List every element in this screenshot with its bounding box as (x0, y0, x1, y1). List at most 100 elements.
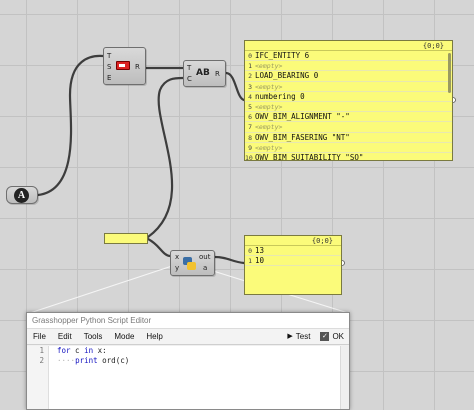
row-index: 10 (245, 153, 253, 161)
python-component[interactable]: x y out a (170, 250, 215, 276)
row-value: IFC_ENTITY 6 (255, 51, 310, 60)
row-value: OWV_BIM_FASERING "NT" (255, 132, 350, 142)
row-index: 0 (248, 52, 252, 60)
code-text: ord(c) (97, 356, 130, 365)
row-value: OWV_BIM_SUITABILITY "SO" (255, 152, 364, 161)
code-keyword: print (75, 356, 98, 365)
panel-main[interactable]: {0;0} 0 IFC_ENTITY 6 1 <empty> 2 LOAD_BEARING… (244, 40, 453, 161)
panel-row: 1 10 (245, 256, 341, 267)
code-line-2: ····print ord(c) (57, 356, 129, 366)
wire-textparam-to-python (146, 237, 172, 258)
toggle-icon (116, 61, 130, 70)
row-value: OWV_BIM_ALIGNMENT "-" (255, 112, 350, 122)
panel-row: 8 OWV_BIM_FASERING "NT" (245, 133, 452, 143)
python-icon (183, 257, 196, 270)
row-empty-value: <empty> (255, 123, 283, 132)
row-index: 8 (248, 133, 252, 142)
panel-row: 7 <empty> (245, 122, 452, 133)
row-index: 2 (248, 72, 252, 81)
test-button[interactable]: ▶ Test (282, 329, 315, 345)
row-value: 13 (255, 246, 265, 255)
python-input-x[interactable]: x (175, 253, 179, 261)
panel-main-header: {0;0} (245, 41, 452, 51)
row-index: 1 (248, 62, 252, 71)
check-icon: ✓ (320, 332, 330, 341)
toggle-input-s[interactable]: S (107, 63, 111, 71)
row-index: 3 (248, 82, 252, 91)
code-lines: for c in x: ····print ord(c) (57, 346, 129, 366)
panel-main-rows: 0 IFC_ENTITY 6 1 <empty> 2 LOAD_BEARING 0 3 <em… (245, 51, 452, 161)
wire-textparam-to-text (146, 76, 185, 239)
wire-python-to-panel (213, 255, 246, 265)
row-empty-value: <empty> (255, 102, 283, 111)
menu-tools[interactable]: Tools (78, 329, 109, 345)
row-empty-value: <empty> (255, 62, 283, 71)
editor-title: Grasshopper Python Script Editor (27, 313, 349, 329)
code-text: x: (93, 346, 107, 355)
panel-row: 4 numbering 0 (245, 92, 452, 102)
row-index: 0 (248, 247, 252, 255)
panel-row: 3 <empty> (245, 82, 452, 92)
menu-help[interactable]: Help (140, 329, 168, 345)
ok-button[interactable]: ✓ OK (315, 329, 349, 345)
panel-out-rows: 0 13 1 10 (245, 246, 341, 267)
test-label: Test (295, 331, 311, 341)
panel-row: 2 LOAD_BEARING 0 (245, 71, 452, 82)
code-text: c (70, 346, 85, 355)
param-a-icon: A (14, 188, 29, 203)
line-number-gutter: 1 2 (27, 346, 49, 409)
row-index: 7 (248, 123, 252, 132)
python-output-a[interactable]: a (203, 264, 207, 272)
row-index: 5 (248, 102, 252, 111)
panel-row: 9 <empty> (245, 143, 452, 153)
panel-out[interactable]: {0;0} 0 13 1 10 (244, 235, 342, 295)
row-value: LOAD_BEARING 0 (255, 71, 319, 81)
text-output-r[interactable]: R (215, 70, 220, 78)
row-value: 10 (255, 256, 265, 266)
panel-out-header: {0;0} (245, 236, 341, 246)
line-number: 1 (39, 346, 44, 355)
toggle-input-t[interactable]: T (107, 52, 111, 60)
play-icon: ▶ (287, 332, 293, 340)
row-empty-value: <empty> (255, 82, 283, 91)
row-index: 9 (248, 143, 252, 152)
row-value: numbering 0 (255, 91, 305, 101)
text-input-t[interactable]: T (187, 64, 191, 72)
code-area[interactable]: 1 2 for c in x: ····print ord(c) (27, 346, 349, 409)
panel-row: 10 OWV_BIM_SUITABILITY "SO" (245, 152, 452, 161)
panel-row: 0 13 (245, 246, 341, 257)
panel-row: 6 OWV_BIM_ALIGNMENT "-" (245, 112, 452, 123)
row-index: 4 (248, 92, 252, 101)
toggle-component[interactable]: T S E R (103, 47, 146, 85)
panel-row: 5 <empty> (245, 102, 452, 113)
row-index: 6 (248, 113, 252, 122)
editor-menubar: File Edit Tools Mode Help ▶ Test ✓ OK (27, 329, 349, 345)
code-keyword: in (84, 346, 94, 355)
panel-row: 0 IFC_ENTITY 6 (245, 51, 452, 62)
python-editor-window[interactable]: Grasshopper Python Script Editor File Ed… (26, 312, 350, 410)
python-input-y[interactable]: y (175, 264, 179, 272)
toggle-input-e[interactable]: E (107, 74, 111, 82)
python-output-out[interactable]: out (199, 253, 210, 261)
param-a-component[interactable]: A (6, 186, 38, 204)
menu-mode[interactable]: Mode (108, 329, 140, 345)
text-component[interactable]: T C AB R (183, 60, 226, 87)
text-param-panel[interactable] (104, 233, 148, 244)
callout-line-left (29, 265, 173, 314)
wire-text-to-panel (224, 71, 246, 102)
panel-row: 1 <empty> (245, 61, 452, 72)
ok-label: OK (332, 331, 344, 341)
text-input-c[interactable]: C (187, 75, 192, 83)
indent-dots: ···· (57, 356, 76, 365)
text-ab-icon: AB (196, 68, 210, 78)
line-number: 2 (39, 356, 44, 365)
menu-file[interactable]: File (27, 329, 52, 345)
toggle-output-r[interactable]: R (135, 63, 140, 71)
editor-scrollbar[interactable] (340, 346, 349, 409)
menu-edit[interactable]: Edit (52, 329, 78, 345)
code-line-1: for c in x: (57, 346, 129, 356)
code-keyword: for (57, 346, 71, 355)
row-index: 1 (248, 257, 252, 266)
panel-main-scrollbar[interactable] (448, 53, 451, 93)
row-empty-value: <empty> (255, 143, 283, 152)
